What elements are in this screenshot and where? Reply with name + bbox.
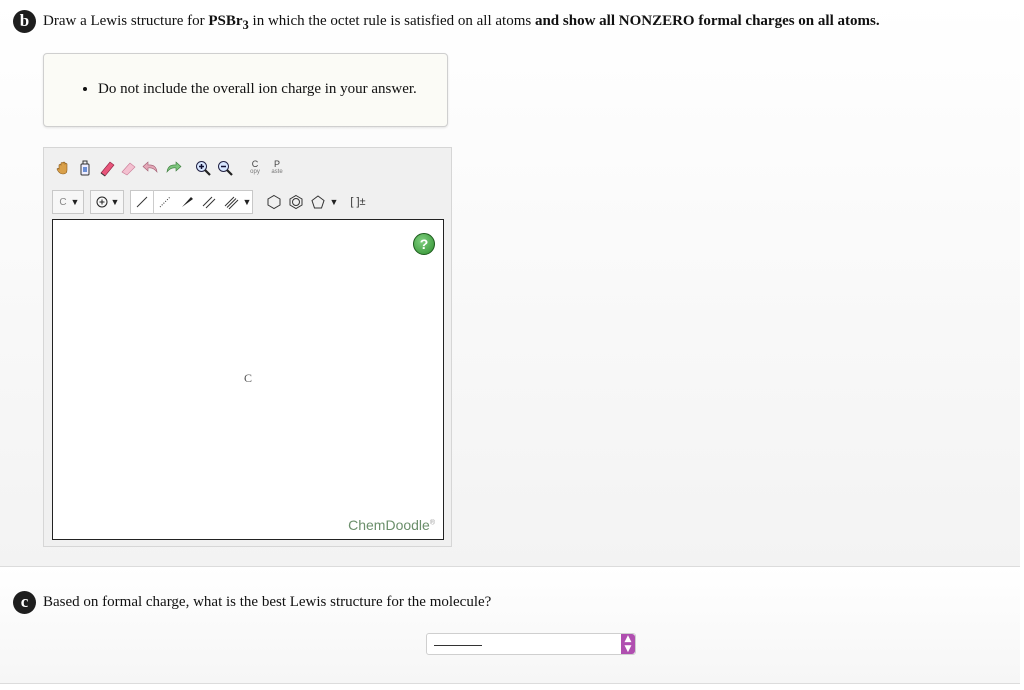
- cyclopentane-icon[interactable]: [307, 190, 329, 214]
- caret-down: ▼: [624, 644, 632, 654]
- charge-selector[interactable]: ▼: [90, 190, 124, 214]
- plus-charge-icon: [94, 190, 110, 214]
- hint-box: Do not include the overall ion charge in…: [43, 53, 448, 127]
- formula-main: PSBr: [208, 13, 243, 29]
- bond-tools: ▼: [130, 190, 253, 214]
- zoom-in-icon[interactable]: [192, 156, 214, 180]
- lasso-icon[interactable]: [74, 156, 96, 180]
- brand-mark: ®: [429, 519, 435, 527]
- dropdown-arrow-icon[interactable]: ▼: [242, 190, 252, 214]
- answer-select[interactable]: ▲ ▼: [426, 633, 636, 655]
- toolbar-row-top: C opy P aste: [52, 153, 288, 183]
- copy-button[interactable]: C opy: [244, 156, 266, 180]
- part-c-question: Based on formal charge, what is the best…: [43, 594, 492, 610]
- prompt-text-bold: and show all NONZERO formal charges on a…: [534, 13, 880, 29]
- dashed-bond-icon[interactable]: [154, 190, 176, 214]
- prompt-text-mid: in which the octet rule is satisfied on …: [248, 13, 535, 29]
- atom-selector[interactable]: C ▼: [52, 190, 84, 214]
- part-b-badge: b: [13, 10, 36, 33]
- zoom-out-icon[interactable]: [214, 156, 236, 180]
- double-bond-icon[interactable]: [198, 190, 220, 214]
- dropdown-arrow-icon: ▼: [70, 197, 80, 207]
- hint-item: Do not include the overall ion charge in…: [98, 81, 417, 98]
- chemdoodle-editor: C opy P aste C ▼ ▼ ▼ ▼ []± ? C ChemDood…: [43, 147, 452, 547]
- cyclohexane-icon[interactable]: [263, 190, 285, 214]
- paste-label-top: P: [273, 159, 280, 169]
- toolbar-row-bottom: C ▼ ▼ ▼ ▼ []±: [52, 187, 371, 217]
- clear-icon[interactable]: [118, 156, 140, 180]
- part-b-section: b Draw a Lewis structure for PSBr3 in wh…: [0, 0, 1020, 567]
- help-icon[interactable]: ?: [413, 233, 435, 255]
- paste-label-bottom: aste: [271, 169, 283, 175]
- part-c-section: c Based on formal charge, what is the be…: [0, 567, 1020, 684]
- dropdown-arrow-icon[interactable]: ▼: [329, 190, 339, 214]
- eraser-icon[interactable]: [96, 156, 118, 180]
- copy-label-top: C: [251, 159, 259, 169]
- drawing-canvas[interactable]: ? C ChemDoodle®: [52, 219, 444, 540]
- caret-up: ▲: [624, 634, 632, 644]
- copy-label-bottom: opy: [250, 169, 260, 175]
- pan-hand-icon[interactable]: [52, 156, 74, 180]
- redo-icon[interactable]: [162, 156, 184, 180]
- single-bond-icon[interactable]: [131, 190, 154, 214]
- brand-name: ChemDoodle: [348, 517, 430, 533]
- chemdoodle-logo: ChemDoodle®: [348, 517, 435, 533]
- canvas-atom[interactable]: C: [244, 371, 252, 386]
- benzene-icon[interactable]: [285, 190, 307, 214]
- select-blank-line: [434, 645, 482, 646]
- prompt-text-pre: Draw a Lewis structure for: [43, 13, 209, 29]
- triple-bond-icon[interactable]: [220, 190, 242, 214]
- undo-icon[interactable]: [140, 156, 162, 180]
- atom-selector-label: C: [59, 196, 67, 208]
- bracket-charge-button[interactable]: [ ]±: [345, 190, 371, 214]
- select-caret-icon[interactable]: ▲ ▼: [621, 634, 635, 654]
- paste-button[interactable]: P aste: [266, 156, 288, 180]
- ring-tools: ▼: [263, 191, 339, 213]
- part-c-badge: c: [13, 591, 36, 614]
- dropdown-arrow-icon: ▼: [110, 197, 120, 207]
- wedge-bond-icon[interactable]: [176, 190, 198, 214]
- hint-list: Do not include the overall ion charge in…: [44, 81, 417, 98]
- part-b-prompt: Draw a Lewis structure for PSBr3 in whic…: [43, 13, 880, 33]
